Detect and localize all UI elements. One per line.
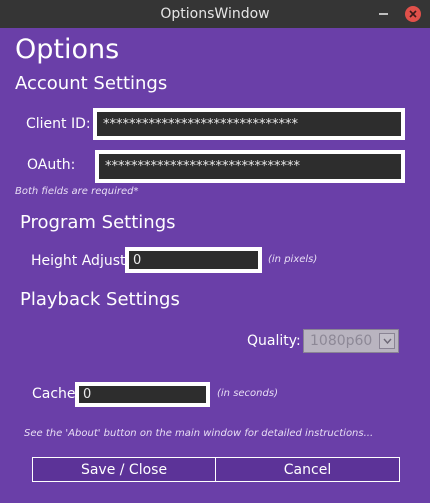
client-id-label: Client ID: bbox=[26, 116, 91, 132]
close-button[interactable] bbox=[405, 6, 421, 22]
window-title: OptionsWindow bbox=[160, 6, 270, 22]
cancel-button[interactable]: Cancel bbox=[215, 457, 400, 482]
program-settings-heading: Program Settings bbox=[20, 212, 176, 233]
minimize-button[interactable] bbox=[376, 7, 390, 21]
oauth-label: OAuth: bbox=[27, 157, 76, 173]
playback-settings-heading: Playback Settings bbox=[20, 289, 180, 310]
close-icon bbox=[409, 10, 417, 18]
required-note: Both fields are required* bbox=[15, 186, 139, 197]
height-adjust-label: Height Adjust: bbox=[31, 253, 131, 269]
height-adjust-field[interactable] bbox=[125, 247, 262, 273]
title-bar: OptionsWindow bbox=[0, 0, 430, 28]
quality-select[interactable]: 1080p60 bbox=[303, 329, 399, 353]
account-settings-heading: Account Settings bbox=[15, 73, 168, 94]
oauth-field[interactable] bbox=[95, 150, 405, 183]
save-close-button[interactable]: Save / Close bbox=[32, 457, 216, 482]
quality-value: 1080p60 bbox=[310, 333, 373, 349]
cache-label: Cache: bbox=[32, 386, 81, 402]
cache-field[interactable] bbox=[75, 382, 210, 407]
client-id-field[interactable] bbox=[93, 108, 405, 140]
chevron-down-icon bbox=[379, 333, 395, 349]
cache-unit-note: (in seconds) bbox=[217, 388, 278, 399]
minimize-icon bbox=[378, 13, 388, 15]
instructions-note: See the 'About' button on the main windo… bbox=[24, 428, 374, 439]
page-title: Options bbox=[15, 34, 120, 65]
quality-label: Quality: bbox=[247, 333, 301, 349]
height-unit-note: (in pixels) bbox=[268, 254, 318, 265]
